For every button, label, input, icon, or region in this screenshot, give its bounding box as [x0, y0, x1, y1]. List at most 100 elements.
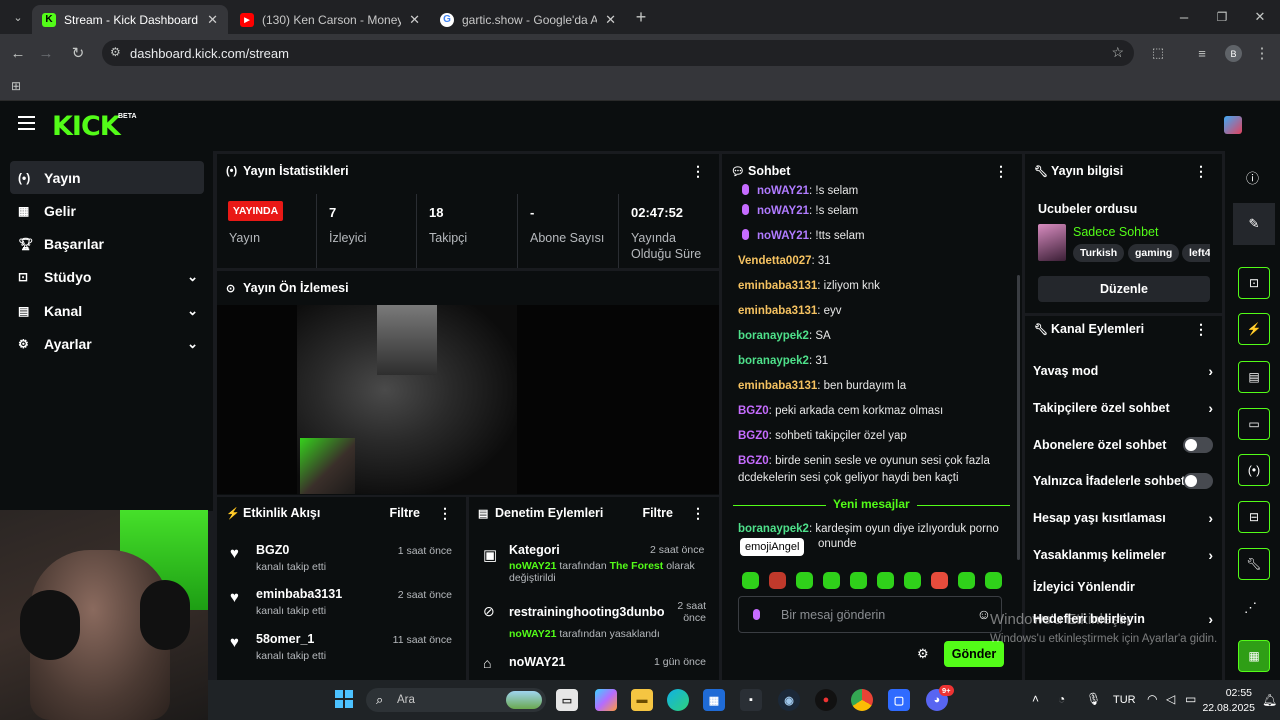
share-icon[interactable]: ⋰	[1244, 600, 1257, 616]
back-icon[interactable]: ←	[6, 41, 30, 65]
tab-kick-dashboard[interactable]: K Stream - Kick Dashboard ✕	[32, 5, 228, 34]
apps-grid-icon[interactable]: ⊞	[4, 74, 28, 98]
emote-icon[interactable]	[931, 572, 948, 589]
store-icon[interactable]: ▦	[703, 689, 725, 711]
volume-icon[interactable]: ◁	[1166, 692, 1175, 706]
chat-username[interactable]: eminbaba3131	[738, 280, 817, 292]
chat-username[interactable]: boranaypek2	[738, 523, 809, 535]
emoji-picker-icon[interactable]: ☺	[977, 606, 991, 622]
chat-username[interactable]: BGZ0	[738, 455, 769, 467]
tray-chevron-icon[interactable]: ˄	[1032, 692, 1039, 706]
emote-icon[interactable]	[823, 572, 840, 589]
emote-icon[interactable]	[958, 572, 975, 589]
action-account-age[interactable]: Hesap yaşı kısıtlaması ›	[1033, 506, 1213, 530]
edge-icon[interactable]	[667, 689, 689, 711]
window-close-icon[interactable]: ✕	[1248, 5, 1272, 29]
chat-username[interactable]: boranaypek2	[738, 355, 809, 367]
chat-username[interactable]: Vendetta0027	[738, 255, 812, 267]
menu-dots-icon[interactable]: ⋮	[994, 163, 1008, 180]
edit-pencil-icon[interactable]: ✎	[1233, 203, 1275, 245]
notes-icon[interactable]: ▤	[1238, 361, 1270, 393]
profile-avatar[interactable]: B	[1225, 45, 1242, 62]
forward-icon[interactable]: →	[34, 41, 58, 65]
chat-bubble-icon[interactable]: ▭	[1238, 408, 1270, 440]
site-info-icon[interactable]: ⚙	[110, 45, 121, 59]
close-icon[interactable]: ✕	[409, 12, 420, 28]
action-banned-words[interactable]: Yasaklanmış kelimeler ›	[1033, 543, 1213, 567]
menu-dots-icon[interactable]: ⋮	[1250, 41, 1274, 65]
sidebar-item-yayin[interactable]: (•) Yayın	[10, 161, 204, 194]
emote-icon[interactable]	[742, 572, 759, 589]
tray-app-icon[interactable]: ◔	[1058, 692, 1065, 706]
lightning-icon[interactable]: ⚡	[1238, 313, 1270, 345]
close-icon[interactable]: ✕	[605, 12, 616, 28]
chat-scrollbar[interactable]	[1017, 275, 1020, 560]
sidebar-item-kanal[interactable]: ▤ Kanal ⌄	[10, 294, 204, 327]
minimize-icon[interactable]: –	[1172, 5, 1196, 29]
steam-icon[interactable]: ◉	[778, 689, 800, 711]
moderation-actor[interactable]: noWAY21	[509, 560, 556, 572]
taskbar-app-icon[interactable]: ▢	[888, 689, 910, 711]
chat-username[interactable]: eminbaba3131	[738, 305, 817, 317]
edit-button[interactable]: Düzenle	[1038, 276, 1210, 302]
emote-icon[interactable]	[904, 572, 921, 589]
tab-youtube[interactable]: ▶ (130) Ken Carson - Money Spre ✕	[230, 5, 430, 34]
chat-username[interactable]: boranaypek2	[738, 330, 809, 342]
broadcast-icon[interactable]: (•)	[1238, 454, 1270, 486]
battery-icon[interactable]: ▭	[1185, 692, 1196, 706]
action-host-viewers[interactable]: İzleyici Yönlendir	[1033, 575, 1213, 599]
notification-icon[interactable]: 🔔︎	[1262, 693, 1277, 707]
action-followers-only[interactable]: Takipçilere özel sohbet ›	[1033, 396, 1213, 420]
taskbar-date[interactable]: 22.08.2025	[1200, 702, 1255, 714]
maximize-icon[interactable]: ❐	[1210, 5, 1234, 29]
taskbar-app-icon[interactable]: ▪	[740, 689, 762, 711]
wifi-icon[interactable]: ◠	[1147, 692, 1157, 706]
extensions-icon[interactable]: ⬚	[1146, 41, 1170, 65]
new-tab-icon[interactable]: +	[629, 5, 653, 29]
info-icon[interactable]: ⓘ	[1246, 168, 1259, 187]
tag-chip[interactable]: Turkish	[1073, 244, 1125, 262]
layout-icon[interactable]: ⊟	[1238, 501, 1270, 533]
windows-start-icon[interactable]	[334, 689, 354, 709]
menu-dots-icon[interactable]: ⋮	[691, 163, 705, 180]
file-explorer-icon[interactable]: ▬	[631, 689, 653, 711]
bookmark-star-icon[interactable]: ☆	[1111, 44, 1124, 61]
emote-icon[interactable]	[877, 572, 894, 589]
emote-icon[interactable]	[985, 572, 1002, 589]
chat-username[interactable]: BGZ0	[738, 405, 769, 417]
chat-username[interactable]: noWAY21	[757, 185, 809, 196]
moderation-item-name[interactable]: restraininghooting3dunbo	[509, 605, 665, 619]
menu-dots-icon[interactable]: ⋮	[1194, 163, 1208, 180]
recording-app-icon[interactable]: ●	[815, 689, 837, 711]
copilot-icon[interactable]	[595, 689, 617, 711]
app-icon[interactable]: ▦	[1238, 640, 1270, 672]
task-view-icon[interactable]: ▭	[556, 689, 578, 711]
menu-dots-icon[interactable]: ⋮	[1194, 321, 1208, 338]
emote-icon[interactable]	[850, 572, 867, 589]
sidebar-item-ayarlar[interactable]: ⚙ Ayarlar ⌄	[10, 327, 204, 360]
kick-logo[interactable]: KICK	[52, 111, 121, 142]
moderation-actor[interactable]: noWAY21	[509, 628, 556, 640]
chat-settings-icon[interactable]: ⚙	[917, 646, 929, 662]
subscribers-only-toggle[interactable]	[1183, 437, 1213, 453]
tag-chip[interactable]: gaming	[1128, 244, 1180, 262]
tab-search-icon[interactable]: ⌄	[6, 5, 30, 29]
hamburger-menu-icon[interactable]	[18, 116, 35, 130]
activity-user[interactable]: BGZ0	[256, 543, 289, 557]
address-bar[interactable]: ⚙ dashboard.kick.com/stream ☆	[102, 40, 1134, 66]
sidebar-item-basarilar[interactable]: 🏆︎ Başarılar	[10, 227, 204, 260]
chrome-icon[interactable]	[851, 689, 873, 711]
close-icon[interactable]: ✕	[207, 12, 218, 28]
camera-icon[interactable]: ⊡	[1238, 267, 1270, 299]
tab-google[interactable]: G gartic.show - Google'da Ara ✕	[430, 5, 626, 34]
taskbar-time[interactable]: 02:55	[1212, 687, 1252, 699]
menu-dots-icon[interactable]: ⋮	[691, 505, 705, 522]
taskbar-language[interactable]: TUR	[1113, 694, 1136, 706]
chat-input[interactable]: Bir mesaj gönderin ☺	[738, 596, 1002, 633]
reload-icon[interactable]: ↻	[66, 41, 90, 65]
user-avatar[interactable]	[1224, 116, 1242, 134]
menu-dots-icon[interactable]: ⋮	[438, 505, 452, 522]
chat-username[interactable]: eminbaba3131	[738, 380, 817, 392]
chat-username[interactable]: noWAY21	[757, 230, 809, 242]
activity-user[interactable]: 58omer_1	[256, 632, 314, 646]
